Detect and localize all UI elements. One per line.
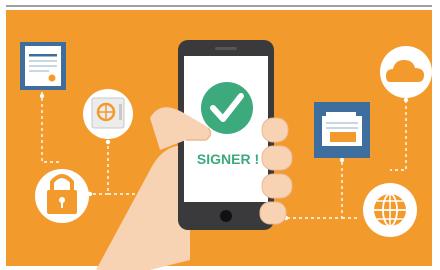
signer-label: SIGNER ! [197,151,259,167]
safe-icon [83,89,133,139]
document-certificate-icon [20,42,66,90]
padlock-icon [35,169,89,223]
check-circle-icon [201,82,253,134]
folder-documents-icon [314,102,370,158]
cloud-icon [380,46,432,98]
globe-icon [363,183,417,237]
signing-illustration: SIGNER ! [0,0,440,270]
